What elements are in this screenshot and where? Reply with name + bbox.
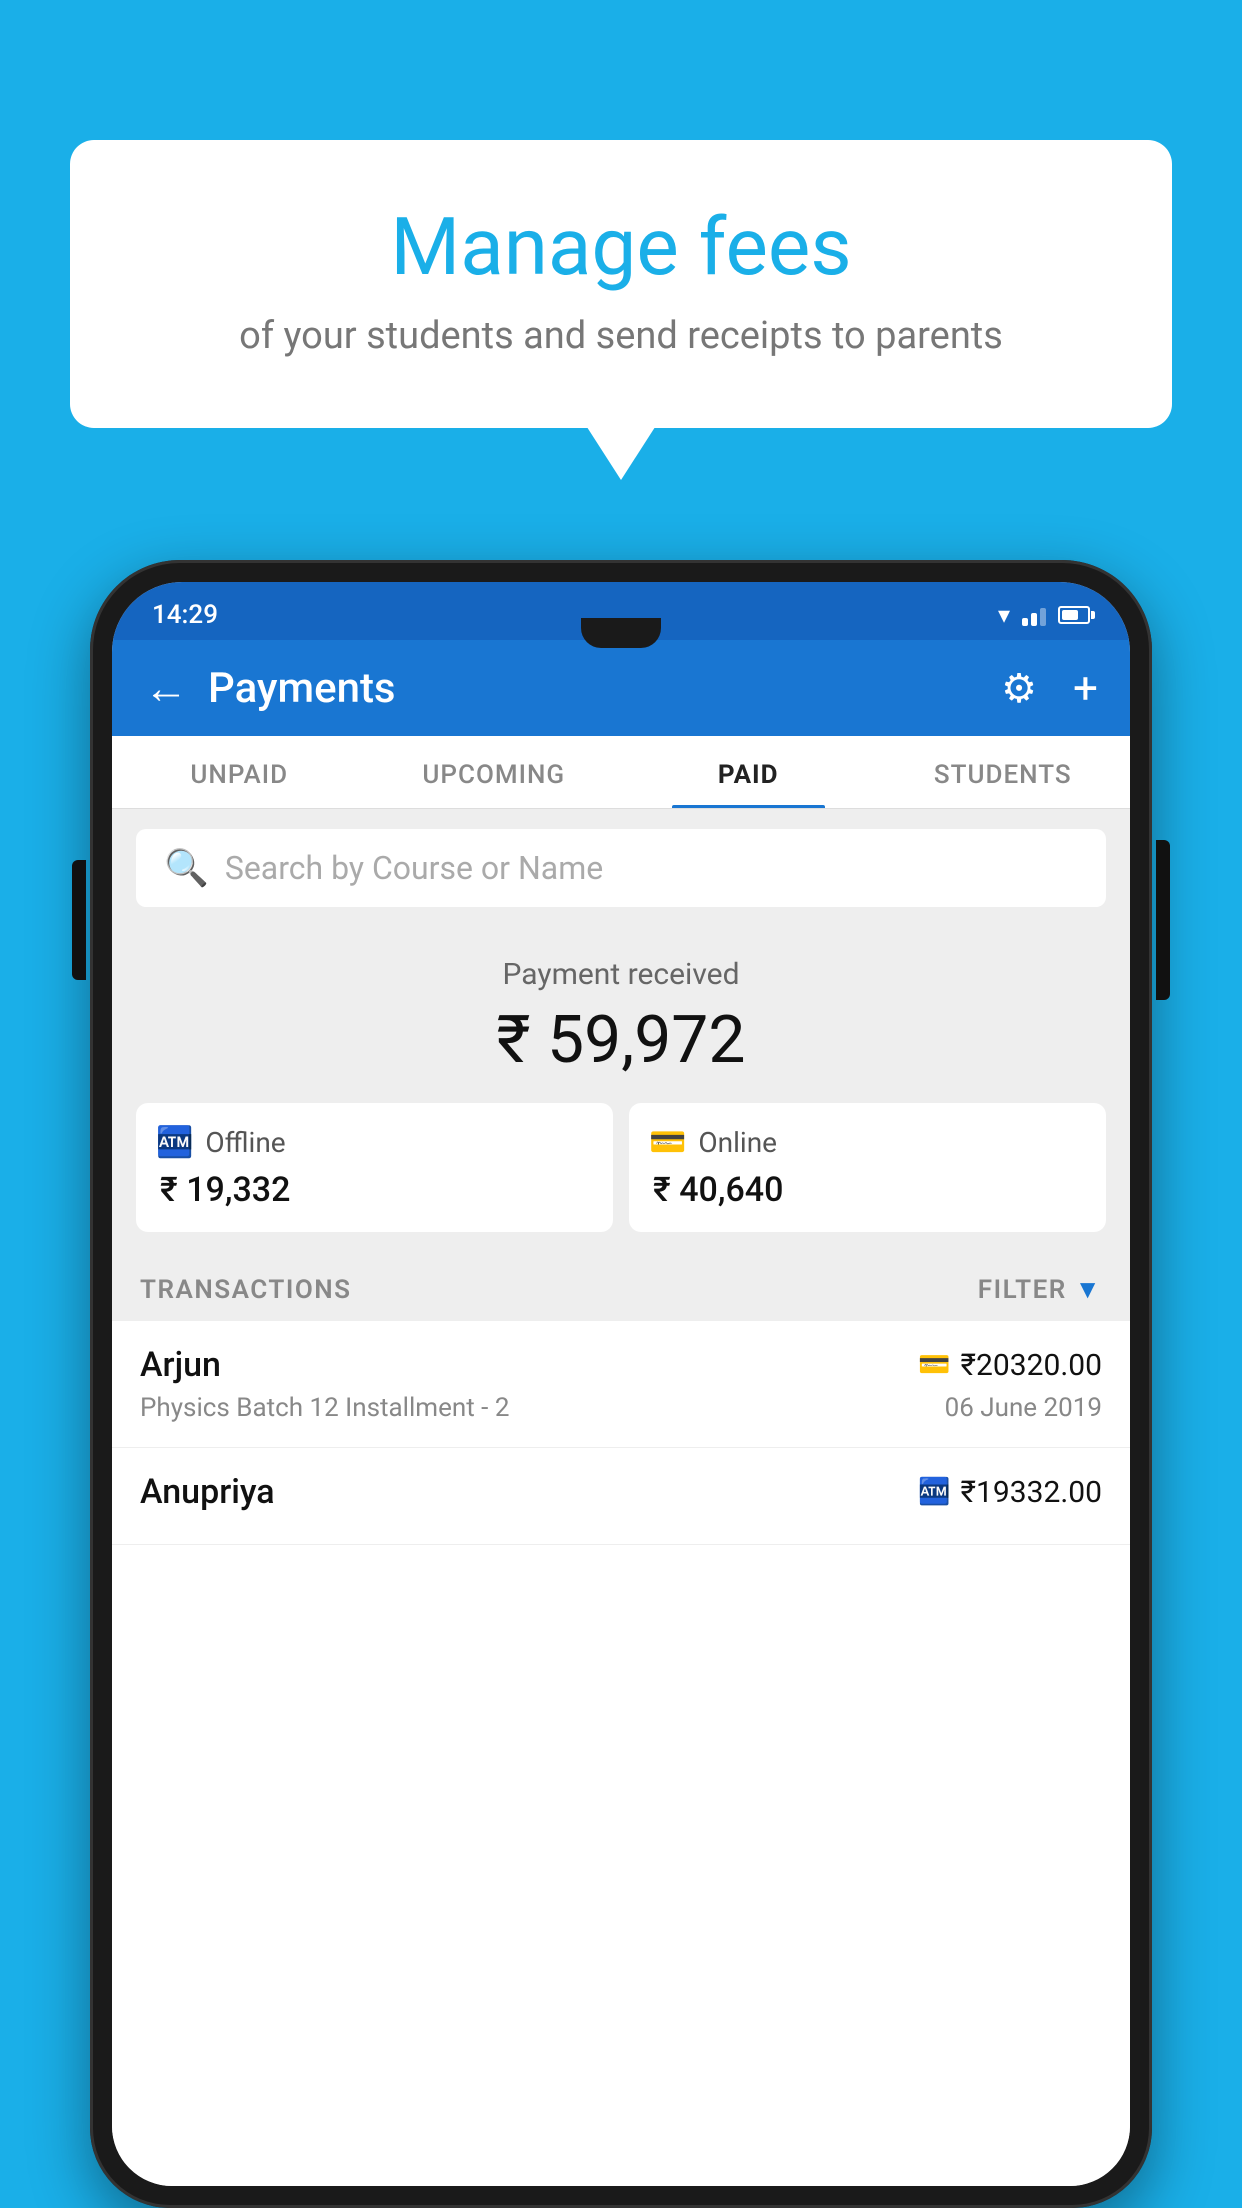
payment-received-label: Payment received (136, 957, 1106, 992)
transaction-amount: 💳 ₹20320.00 (918, 1348, 1102, 1383)
payment-total-amount: ₹ 59,972 (136, 1002, 1106, 1079)
wifi-icon: ▾ (998, 601, 1010, 629)
offline-amount: ₹ 19,332 (156, 1170, 593, 1210)
filter-button[interactable]: FILTER ▼ (978, 1274, 1102, 1305)
bubble-title: Manage fees (150, 200, 1092, 294)
offline-payment-card: 🏧 Offline ₹ 19,332 (136, 1103, 613, 1232)
battery-icon (1058, 606, 1090, 624)
online-label: Online (698, 1126, 777, 1159)
tab-students[interactable]: STUDENTS (876, 736, 1131, 808)
phone-mockup: 14:29 ▾ ← Payments ⚙ (90, 560, 1152, 2208)
offline-label: Offline (205, 1126, 285, 1159)
search-icon: 🔍 (164, 847, 209, 889)
transaction-date: 06 June 2019 (945, 1393, 1102, 1423)
table-row[interactable]: Arjun 💳 ₹20320.00 Physics Batch 12 Insta… (112, 1321, 1130, 1448)
filter-icon: ▼ (1075, 1274, 1102, 1305)
offline-icon: 🏧 (156, 1125, 193, 1160)
search-bar[interactable]: 🔍 Search by Course or Name (136, 829, 1106, 907)
tab-unpaid[interactable]: UNPAID (112, 736, 367, 808)
search-container: 🔍 Search by Course or Name (112, 809, 1130, 927)
transaction-bottom: Physics Batch 12 Installment - 2 06 June… (140, 1393, 1102, 1423)
online-payment-card: 💳 Online ₹ 40,640 (629, 1103, 1106, 1232)
offline-transaction-icon: 🏧 (918, 1477, 950, 1507)
tab-upcoming[interactable]: UPCOMING (367, 736, 622, 808)
phone-screen: 14:29 ▾ ← Payments ⚙ (112, 582, 1130, 2186)
bubble-subtitle: of your students and send receipts to pa… (150, 314, 1092, 358)
speech-bubble-container: Manage fees of your students and send re… (70, 140, 1172, 428)
offline-card-header: 🏧 Offline (156, 1125, 593, 1160)
phone-outer: 14:29 ▾ ← Payments ⚙ (90, 560, 1152, 2208)
transactions-header: TRANSACTIONS FILTER ▼ (112, 1252, 1130, 1321)
search-input[interactable]: Search by Course or Name (225, 849, 603, 887)
tab-paid[interactable]: PAID (621, 736, 876, 808)
online-transaction-icon: 💳 (918, 1350, 950, 1380)
transaction-name: Anupriya (140, 1472, 275, 1512)
gear-icon[interactable]: ⚙ (1001, 665, 1037, 712)
payment-cards: 🏧 Offline ₹ 19,332 💳 Online ₹ 40,640 (136, 1103, 1106, 1232)
online-card-header: 💳 Online (649, 1125, 1086, 1160)
transaction-course: Physics Batch 12 Installment - 2 (140, 1393, 509, 1423)
online-amount: ₹ 40,640 (649, 1170, 1086, 1210)
signal-icon (1022, 604, 1046, 626)
add-button[interactable]: + (1073, 662, 1098, 714)
tab-bar: UNPAID UPCOMING PAID STUDENTS (112, 736, 1130, 809)
transactions-label: TRANSACTIONS (140, 1275, 352, 1305)
payment-summary: Payment received ₹ 59,972 🏧 Offline ₹ 19… (112, 927, 1130, 1252)
table-row[interactable]: Anupriya 🏧 ₹19332.00 (112, 1448, 1130, 1545)
online-icon: 💳 (649, 1125, 686, 1160)
back-button[interactable]: ← (144, 662, 188, 714)
transactions-list: Arjun 💳 ₹20320.00 Physics Batch 12 Insta… (112, 1321, 1130, 2186)
phone-notch (581, 618, 661, 648)
status-icons: ▾ (998, 601, 1090, 629)
page-title: Payments (208, 664, 981, 713)
status-time: 14:29 (152, 600, 218, 630)
app-bar: ← Payments ⚙ + (112, 640, 1130, 736)
transaction-amount: 🏧 ₹19332.00 (918, 1475, 1102, 1510)
transaction-top: Anupriya 🏧 ₹19332.00 (140, 1472, 1102, 1512)
transaction-name: Arjun (140, 1345, 221, 1385)
speech-bubble: Manage fees of your students and send re… (70, 140, 1172, 428)
transaction-top: Arjun 💳 ₹20320.00 (140, 1345, 1102, 1385)
